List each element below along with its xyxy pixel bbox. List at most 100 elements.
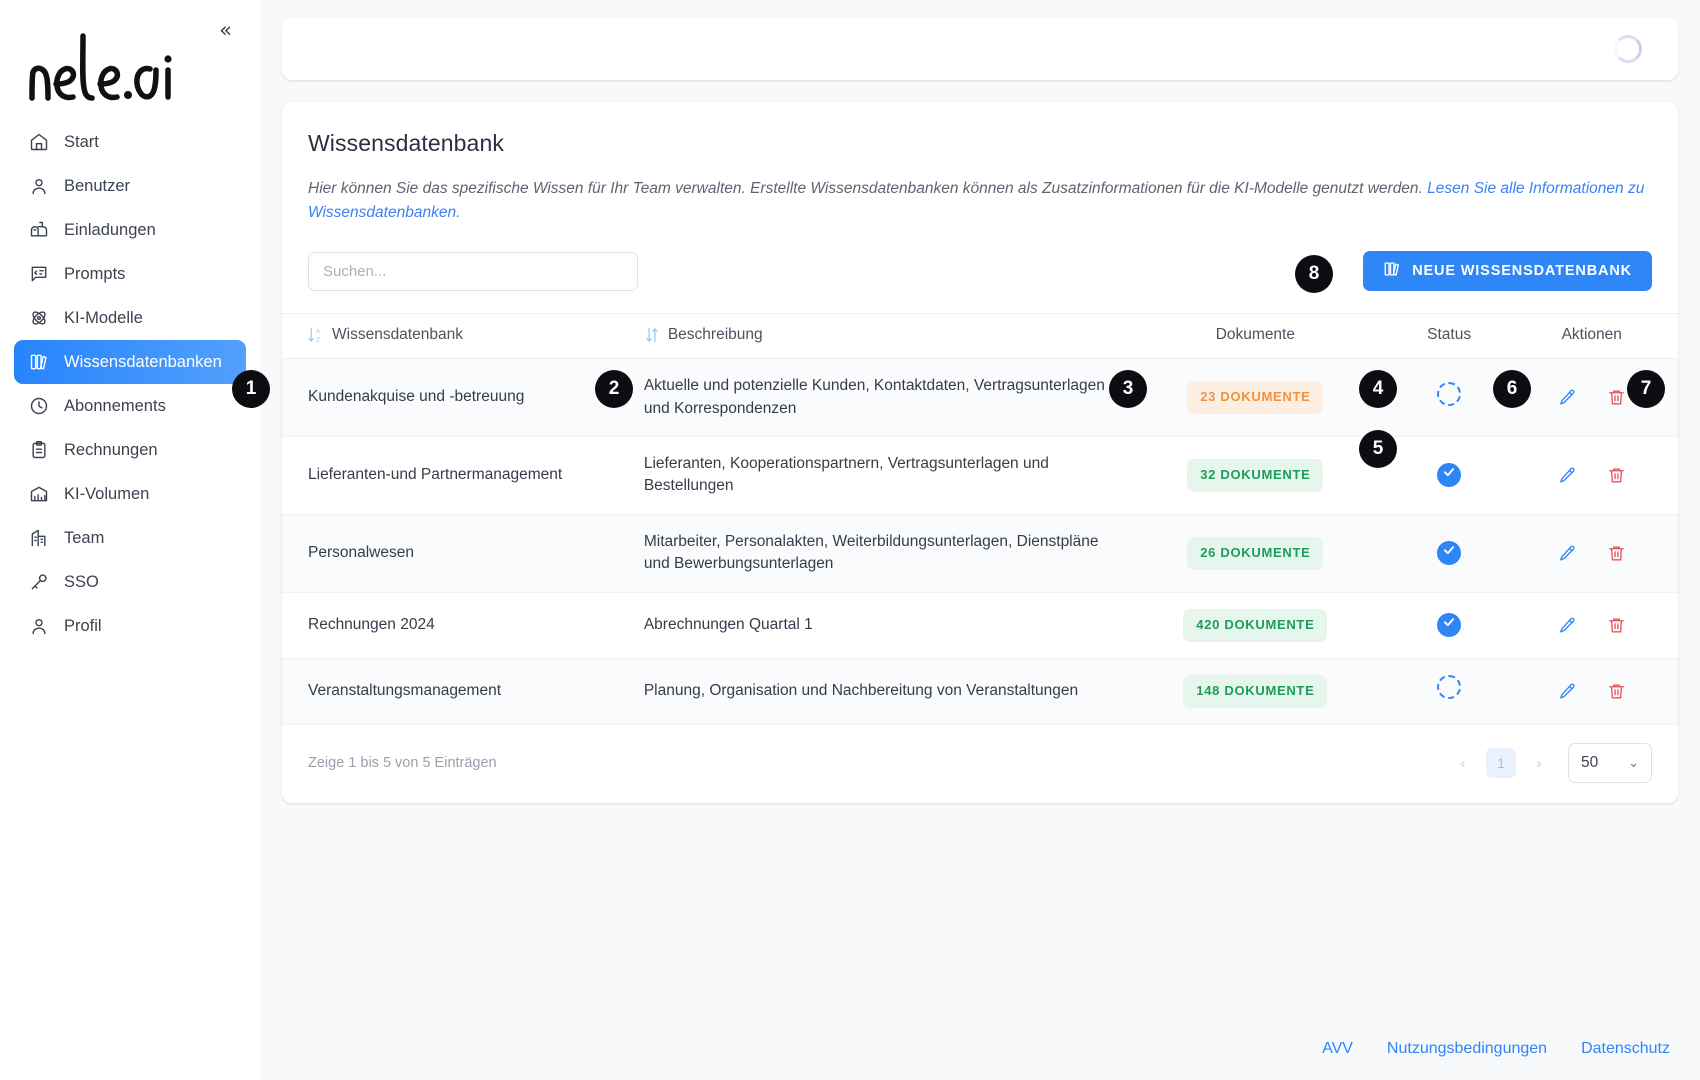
new-knowledge-base-label: NEUE WISSENSDATENBANK: [1412, 263, 1632, 280]
table-head: A Z Wissensdatenbank Beschreibung Dokume…: [282, 313, 1678, 360]
column-header-label: Beschreibung: [667, 326, 763, 344]
books-icon: [1383, 260, 1401, 282]
svg-text:Z: Z: [316, 336, 320, 343]
annotation-marker-4: 4: [1359, 370, 1397, 408]
sidebar-item-wissensdatenbanken[interactable]: Wissensdatenbanken: [14, 340, 246, 384]
footer-link-datenschutz[interactable]: Datenschutz: [1581, 1040, 1670, 1058]
cell-documents: 32 DOKUMENTE: [1133, 436, 1377, 515]
status-badge-processing: [1437, 381, 1462, 406]
table-header-row: A Z Wissensdatenbank Beschreibung Dokume…: [282, 313, 1678, 360]
table-entry-info: Zeige 1 bis 5 von 5 Einträgen: [308, 754, 497, 771]
sidebar-item-ki-volumen[interactable]: KI-Volumen: [14, 472, 246, 516]
sidebar-item-label: Prompts: [64, 264, 126, 283]
table-footer-controls: ‹ 1 › 50 ⌄: [1448, 742, 1652, 783]
cell-status: [1376, 592, 1522, 659]
table-row[interactable]: Personalwesen Mitarbeiter, Personalakten,…: [282, 514, 1678, 593]
sidebar-item-abonnements[interactable]: Abonnements: [14, 384, 246, 428]
knowledge-base-table: A Z Wissensdatenbank Beschreibung Dokume…: [282, 313, 1678, 725]
sidebar-item-label: Team: [64, 528, 105, 547]
table-row[interactable]: Veranstaltungsmanagement Planung, Organis…: [282, 658, 1678, 725]
atom-icon: [28, 307, 50, 329]
sidebar-item-sso[interactable]: SSO: [14, 560, 246, 604]
trash-icon[interactable]: [1607, 466, 1626, 485]
cell-name: Lieferanten-und Partnermanagement: [282, 436, 634, 515]
trash-icon[interactable]: [1607, 388, 1626, 407]
toolbar-right: NEUE WISSENSDATENBANK: [1363, 251, 1652, 292]
search-box[interactable]: [308, 251, 638, 291]
status-badge-ready: [1437, 463, 1462, 488]
footer-link-avv[interactable]: AVV: [1322, 1040, 1353, 1058]
table-body: Kundenakquise und -betreuung Aktuelle und…: [282, 358, 1678, 725]
annotation-marker-7: 7: [1627, 370, 1665, 408]
cell-description: Mitarbeiter, Personalakten, Weiterbildun…: [633, 514, 1134, 593]
search-input[interactable]: [323, 262, 623, 280]
cell-name: Kundenakquise und -betreuung: [282, 358, 634, 437]
page-title: Wissensdatenbank: [308, 130, 504, 156]
sort-az-icon[interactable]: A Z: [308, 326, 324, 344]
table-row[interactable]: Rechnungen 2024 Abrechnungen Quartal 1 420…: [282, 592, 1678, 659]
sidebar-item-label: KI-Modelle: [64, 308, 143, 327]
table-footer: Zeige 1 bis 5 von 5 Einträgen ‹ 1 › 50 ⌄: [282, 725, 1678, 803]
sidebar-nav: Start Benutzer Einladungen Prompts KI-Mo…: [0, 120, 260, 648]
sidebar-item-label: SSO: [64, 572, 99, 591]
cell-status: [1376, 514, 1522, 593]
page-size-select[interactable]: 50 ⌄: [1568, 742, 1652, 783]
table-toolbar: NEUE WISSENSDATENBANK: [282, 225, 1678, 313]
user-icon: [28, 175, 50, 197]
cell-description: Planung, Organisation und Nachbereitung …: [633, 658, 1134, 725]
new-knowledge-base-button[interactable]: NEUE WISSENSDATENBANK: [1363, 251, 1652, 292]
pencil-icon[interactable]: [1558, 616, 1577, 635]
trash-icon[interactable]: [1607, 616, 1626, 635]
table-row[interactable]: Lieferanten-und Partnermanagement Liefera…: [282, 436, 1678, 515]
cell-actions: [1521, 514, 1678, 593]
page-footer: AVV Nutzungsbedingungen Datenschutz: [1322, 1040, 1670, 1058]
document-count-badge: 26 DOKUMENTE: [1187, 536, 1324, 570]
table-row[interactable]: Kundenakquise und -betreuung Aktuelle und…: [282, 358, 1678, 437]
document-count-badge: 32 DOKUMENTE: [1187, 459, 1324, 492]
pencil-icon[interactable]: [1558, 388, 1577, 407]
annotation-marker-5: 5: [1359, 430, 1397, 468]
sidebar-item-benutzer[interactable]: Benutzer: [14, 164, 246, 208]
sidebar-item-einladungen[interactable]: Einladungen: [14, 208, 246, 252]
pagination: ‹ 1 ›: [1448, 747, 1554, 778]
trash-icon[interactable]: [1607, 682, 1626, 701]
cell-name: Rechnungen 2024: [282, 592, 634, 659]
cell-actions: [1521, 592, 1678, 659]
cell-status: [1376, 436, 1522, 515]
sidebar-item-ki-modelle[interactable]: KI-Modelle: [14, 296, 246, 340]
trash-icon[interactable]: [1607, 544, 1626, 563]
sidebar-item-start[interactable]: Start: [14, 120, 246, 164]
sidebar-item-team[interactable]: Team: [14, 516, 246, 560]
sidebar-collapse-button[interactable]: «: [219, 20, 232, 41]
document-count-badge: 23 DOKUMENTE: [1187, 381, 1324, 414]
main-content: Wissensdatenbank Hier können Sie das spe…: [260, 0, 1700, 1080]
pencil-icon[interactable]: [1558, 544, 1577, 563]
pagination-page-1[interactable]: 1: [1486, 747, 1516, 778]
pencil-icon[interactable]: [1558, 682, 1577, 701]
sidebar-item-prompts[interactable]: Prompts: [14, 252, 246, 296]
sidebar-item-label: Abonnements: [64, 396, 166, 415]
cell-actions: [1521, 436, 1678, 515]
pagination-next-button[interactable]: ›: [1524, 748, 1554, 778]
column-header-wissensdatenbank[interactable]: A Z Wissensdatenbank: [282, 313, 634, 360]
pagination-prev-button[interactable]: ‹: [1448, 748, 1478, 778]
cell-description: Lieferanten, Kooperationspartnern, Vertr…: [633, 436, 1134, 515]
knowledge-base-panel: Wissensdatenbank Hier können Sie das spe…: [282, 102, 1678, 803]
annotation-marker-1: 1: [232, 370, 270, 408]
sidebar-item-rechnungen[interactable]: Rechnungen: [14, 428, 246, 472]
pencil-icon[interactable]: [1558, 466, 1577, 485]
sort-updown-icon[interactable]: [644, 326, 660, 344]
column-header-beschreibung[interactable]: Beschreibung: [633, 313, 1134, 360]
status-badge-ready: [1437, 613, 1462, 638]
top-bar: [282, 18, 1678, 80]
chevron-down-icon: ⌄: [1628, 754, 1639, 770]
sidebar-item-profil[interactable]: Profil: [14, 604, 246, 648]
column-header-dokumente: Dokumente: [1133, 313, 1377, 360]
footer-link-nutzungsbedingungen[interactable]: Nutzungsbedingungen: [1387, 1040, 1547, 1058]
cell-name: Personalwesen: [282, 514, 634, 593]
sidebar-item-label: Wissensdatenbanken: [64, 352, 222, 371]
clipboard-icon: [28, 439, 50, 461]
cell-actions: [1521, 658, 1678, 725]
check-icon: [1442, 542, 1456, 564]
cell-description: Abrechnungen Quartal 1: [633, 592, 1134, 659]
